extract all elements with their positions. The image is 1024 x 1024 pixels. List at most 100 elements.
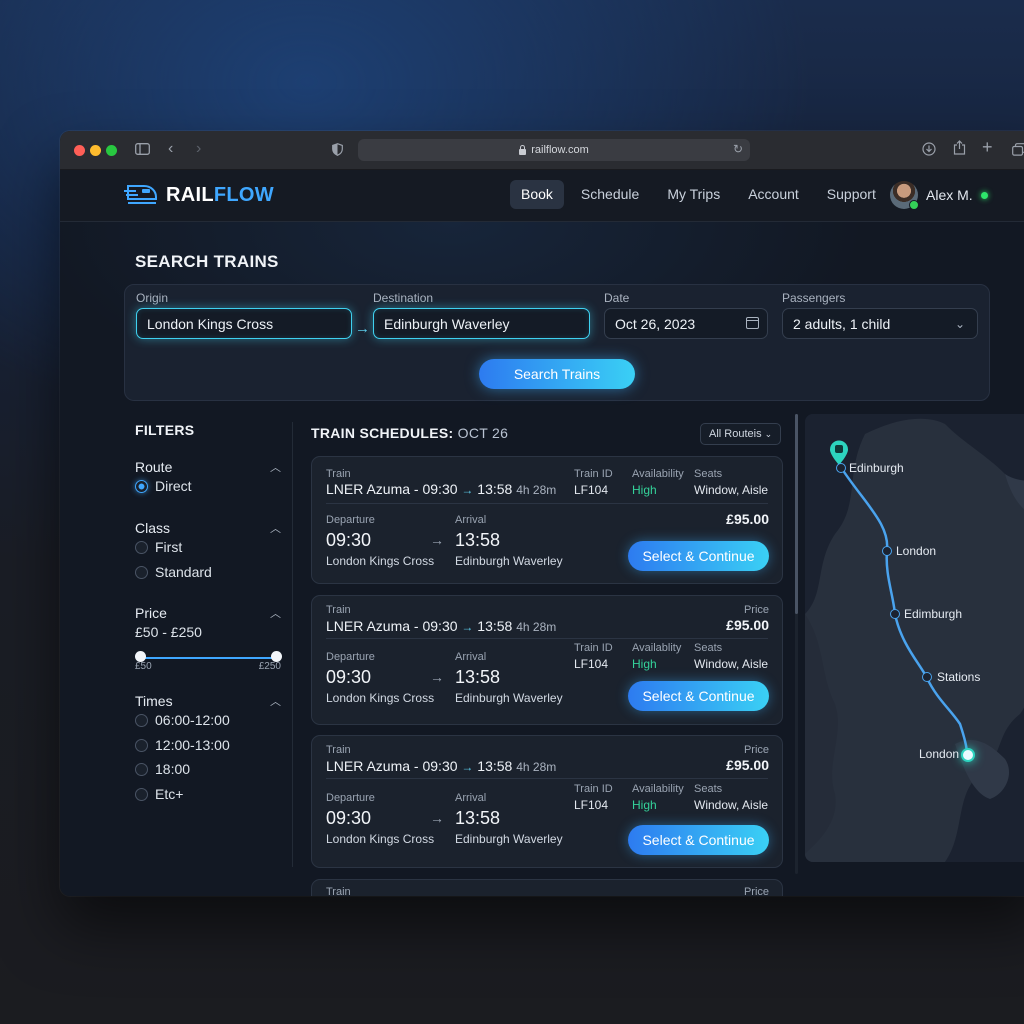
station-marker[interactable]: [882, 546, 892, 556]
station-marker[interactable]: [922, 672, 932, 682]
station-marker[interactable]: [890, 609, 900, 619]
shield-icon[interactable]: [332, 142, 343, 160]
arrival-label: Arrival: [455, 514, 487, 526]
seats-value: Window, Aisle: [694, 483, 769, 497]
departure-station: London Kings Cross: [326, 832, 435, 846]
time-option-label: 06:00-12:00: [155, 712, 230, 728]
train-id-label: Train ID: [574, 783, 613, 795]
nav-account[interactable]: Account: [737, 180, 810, 209]
radio[interactable]: [135, 787, 148, 801]
train-summary: LNER Azuma - 09:30 → 13:58 4h 28m: [326, 618, 557, 634]
arrival-station: Edinburgh Waverley: [455, 832, 563, 846]
download-icon[interactable]: [922, 142, 936, 160]
arrival-time: 13:58: [455, 667, 501, 687]
nav-my-trips[interactable]: My Trips: [656, 180, 731, 209]
collapse-icon[interactable]: ︿: [270, 693, 281, 709]
share-icon[interactable]: [953, 140, 966, 159]
route-option-direct[interactable]: Direct: [135, 478, 192, 494]
train-card: Train LNER Azuma - 09:30 → 13:58 4h 28m …: [311, 595, 783, 725]
search-title: SEARCH TRAINS: [135, 252, 279, 271]
station-marker[interactable]: [836, 463, 846, 473]
tabs-overview-icon[interactable]: [1012, 142, 1024, 160]
price-value: £95.00: [726, 617, 769, 633]
search-panel: Origin London Kings Cross → Destination …: [124, 284, 990, 401]
brand-logo[interactable]: RAILFLOW: [124, 182, 274, 209]
price-slider-min-handle[interactable]: [135, 651, 146, 662]
availability-value: High: [632, 798, 657, 812]
filters-title: FILTERS: [135, 422, 195, 438]
new-tab-icon[interactable]: +: [982, 138, 993, 156]
arrival-time: 13:58: [455, 530, 501, 550]
passengers-select[interactable]: 2 adults, 1 child ⌄: [782, 308, 978, 339]
date-input[interactable]: Oct 26, 2023: [604, 308, 768, 339]
train-card: Train LNER Azuma - 09:30 → 13:58 4h 28m …: [311, 735, 783, 868]
departure-label: Departure: [326, 651, 375, 663]
origin-input[interactable]: London Kings Cross: [136, 308, 352, 339]
class-option-first[interactable]: First: [135, 539, 182, 555]
price-label: Price: [743, 886, 769, 896]
collapse-icon[interactable]: ︿: [270, 520, 281, 536]
reload-icon[interactable]: ↻: [733, 142, 743, 156]
schedule-scrollbar-thumb[interactable]: [795, 414, 798, 614]
chevron-down-icon: ⌄: [954, 317, 965, 331]
map-label: Edimburgh: [904, 607, 963, 621]
time-option-label: 18:00: [155, 761, 191, 777]
filters-panel: FILTERS Route ︿ Direct Class ︿ First Sta…: [135, 422, 295, 802]
radio[interactable]: [135, 713, 148, 727]
nav-schedule[interactable]: Schedule: [570, 180, 650, 209]
time-option[interactable]: 18:00: [135, 761, 190, 777]
maximize-window-button[interactable]: [106, 145, 117, 156]
select-continue-button[interactable]: Select & Continue: [628, 825, 769, 855]
train-icon: [124, 182, 158, 209]
availability-label: Availability: [632, 783, 684, 795]
collapse-icon[interactable]: ︿: [270, 459, 281, 475]
seats-label: Seats: [694, 783, 723, 795]
forward-icon[interactable]: ›: [196, 140, 201, 158]
radio-selected[interactable]: [135, 479, 148, 493]
select-continue-button[interactable]: Select & Continue: [628, 681, 769, 711]
filter-route: Route ︿ Direct: [135, 459, 281, 494]
destination-input[interactable]: Edinburgh Waverley: [373, 308, 590, 339]
calendar-icon[interactable]: [746, 317, 759, 329]
radio[interactable]: [135, 762, 148, 776]
online-status-indicator: [980, 191, 988, 199]
close-window-button[interactable]: [74, 145, 85, 156]
avatar[interactable]: [890, 181, 919, 210]
user-name: Alex M.: [926, 187, 973, 203]
radio[interactable]: [135, 540, 148, 554]
radio[interactable]: [135, 738, 148, 752]
address-bar[interactable]: railflow.com ↻: [358, 139, 750, 161]
time-option[interactable]: 06:00-12:00: [135, 712, 230, 728]
departure-label: Departure: [326, 514, 375, 526]
train-id-value: LF104: [574, 657, 609, 671]
map-label: Edinburgh: [849, 461, 904, 475]
time-option[interactable]: 12:00-13:00: [135, 737, 230, 753]
price-slider-max-handle[interactable]: [271, 651, 282, 662]
nav-support[interactable]: Support: [816, 180, 887, 209]
back-icon[interactable]: ‹: [168, 140, 173, 158]
time-option[interactable]: Etc+: [135, 786, 183, 802]
sidebar-toggle-icon[interactable]: [135, 141, 150, 159]
price-slider-track[interactable]: [140, 657, 276, 659]
user-menu[interactable]: Alex M.: [890, 181, 988, 210]
select-continue-button[interactable]: Select & Continue: [628, 541, 769, 571]
class-option-standard[interactable]: Standard: [135, 564, 212, 580]
nav-book[interactable]: Book: [510, 180, 564, 209]
destination-marker[interactable]: [961, 748, 975, 762]
radio[interactable]: [135, 565, 148, 579]
train-id-label: Train ID: [574, 642, 613, 654]
train-id-value: LF104: [574, 798, 609, 812]
departure-time: 09:30: [326, 530, 372, 550]
main-nav: Book Schedule My Trips Account Support: [510, 180, 887, 209]
availability-label: Availablity: [632, 642, 682, 654]
search-trains-button[interactable]: Search Trains: [479, 359, 635, 389]
routes-dropdown[interactable]: All Routeis ⌄: [700, 423, 782, 445]
collapse-icon[interactable]: ︿: [270, 605, 281, 621]
minimize-window-button[interactable]: [90, 145, 101, 156]
class-option-label: First: [155, 539, 183, 555]
browser-toolbar: ‹ › railflow.com ↻ +: [60, 131, 1024, 170]
route-map[interactable]: Edinburgh London Edimburgh Stations Lond…: [805, 414, 1024, 862]
train-card-partial: Train Price: [311, 879, 783, 896]
route-arrow-icon[interactable]: →: [355, 320, 370, 337]
availability-value: High: [632, 483, 657, 497]
